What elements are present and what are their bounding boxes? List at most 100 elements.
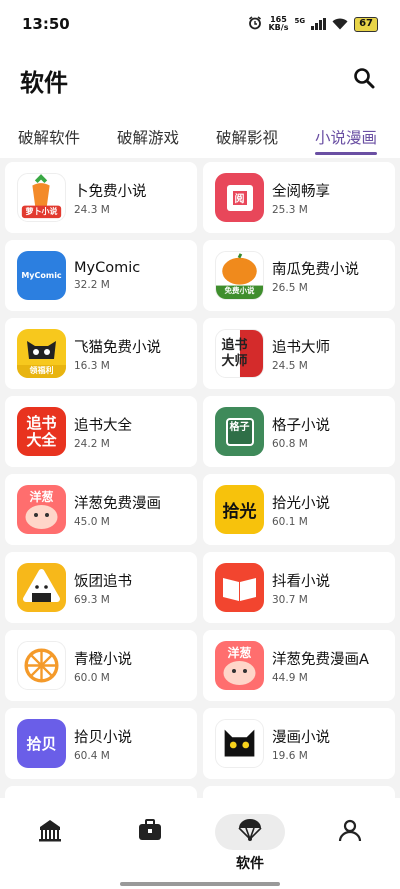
app-name: 饭团追书 (74, 573, 132, 590)
app-name: MyComic (74, 260, 141, 276)
app-icon-label: 追书大全 (26, 413, 57, 449)
tab-cracked-software[interactable]: 破解软件 (18, 112, 80, 158)
nav-item-home[interactable] (0, 798, 100, 889)
search-icon (353, 67, 375, 93)
app-card[interactable]: 追书大全 追书大全 24.2 M (5, 396, 197, 467)
nav-item-software[interactable]: 软件 (200, 798, 300, 889)
alarm-icon (248, 15, 262, 34)
app-card[interactable]: 抖看小说 30.7 M (203, 552, 395, 623)
orange-slice-icon (24, 648, 59, 683)
status-icons: 165 KB/s 5G 67 (248, 15, 378, 34)
nav-pill (315, 814, 385, 850)
nav-item-tools[interactable] (100, 798, 200, 889)
app-icon-read: 阅 (215, 173, 264, 222)
search-button[interactable] (348, 64, 380, 96)
app-name: 洋葱免费漫画A (272, 651, 369, 668)
app-card[interactable]: 领福利 飞猫免费小说 16.3 M (5, 318, 197, 389)
app-name: 抖看小说 (272, 573, 330, 590)
app-size: 16.3 M (74, 359, 110, 372)
app-name: 洋葱免费漫画 (74, 495, 161, 512)
app-card[interactable]: 追书大师 追书大师 24.5 M (203, 318, 395, 389)
battery-indicator: 67 (354, 16, 378, 32)
app-size: 24.2 M (74, 437, 110, 450)
app-card-partial[interactable] (203, 786, 395, 798)
app-size: 45.0 M (74, 515, 110, 528)
app-size: 60.1 M (272, 515, 308, 528)
net-speed-unit: KB/s (268, 23, 289, 32)
tab-novels-comics[interactable]: 小说漫画 (315, 112, 378, 158)
app-icon-label: MyComic (21, 271, 62, 280)
parachute-icon (237, 817, 263, 847)
app-card[interactable]: 阅 全阅畅享 25.3 M (203, 162, 395, 233)
app-size: 24.5 M (272, 359, 308, 372)
rice-ball-icon (23, 569, 60, 602)
app-name: 卜免费小说 (74, 183, 147, 200)
app-grid: 萝卜小说 卜免费小说 24.3 M 阅 全阅畅享 25.3 M MyComic … (0, 158, 400, 798)
app-icon-shiguang: 拾光 (215, 485, 264, 534)
app-card[interactable]: 洋葱 洋葱免费漫画 45.0 M (5, 474, 197, 545)
app-size: 25.3 M (272, 203, 308, 216)
app-icon-label: 格子 (225, 417, 254, 446)
app-card-partial[interactable] (5, 786, 197, 798)
status-bar: 13:50 165 KB/s 5G 67 (0, 0, 400, 48)
app-icon-label: 拾光 (222, 502, 257, 522)
app-size: 30.7 M (272, 593, 308, 606)
app-icon-doukan (215, 563, 264, 612)
app-card[interactable]: 格子 格子小说 60.8 M (203, 396, 395, 467)
nav-pill (15, 814, 85, 850)
app-card[interactable]: 萝卜小说 卜免费小说 24.3 M (5, 162, 197, 233)
app-name: 拾光小说 (272, 495, 330, 512)
app-name: 漫画小说 (272, 729, 330, 746)
app-name: 追书大师 (272, 339, 330, 356)
net-speed: 165 KB/s (268, 16, 288, 32)
app-icon-label: 阅 (234, 194, 245, 205)
app-icon-shibei: 拾贝 (17, 719, 66, 768)
app-icon-flycat: 领福利 (17, 329, 66, 378)
toolbox-icon (137, 817, 163, 847)
app-name: 格子小说 (272, 417, 330, 434)
tab-cracked-games[interactable]: 破解游戏 (117, 112, 179, 158)
app-card[interactable]: 拾光 拾光小说 60.1 M (203, 474, 395, 545)
app-size: 32.2 M (74, 279, 110, 291)
app-icon-onion-a: 洋葱 (215, 641, 264, 690)
tab-cracked-video[interactable]: 破解影视 (216, 112, 278, 158)
app-icon-zhuishu-daquan: 追书大全 (17, 407, 66, 456)
user-icon (337, 817, 363, 847)
app-name: 全阅畅享 (272, 183, 330, 200)
app-icon-label: 洋葱 (227, 646, 252, 660)
app-name: 青橙小说 (74, 651, 132, 668)
carousel-icon (37, 817, 63, 847)
status-time: 13:50 (22, 15, 70, 33)
app-card[interactable]: 饭团追书 69.3 M (5, 552, 197, 623)
app-card[interactable]: 免费小说 南瓜免费小说 26.5 M (203, 240, 395, 311)
app-size: 24.3 M (74, 203, 110, 216)
app-icon-carrot: 萝卜小说 (17, 173, 66, 222)
app-card[interactable]: MyComic MyComic 32.2 M (5, 240, 197, 311)
home-indicator (120, 882, 280, 886)
app-card[interactable]: 洋葱 洋葱免费漫画A 44.9 M (203, 630, 395, 701)
bottom-nav: 软件 (0, 798, 400, 889)
app-icon-label: 洋葱 (29, 490, 54, 504)
network-type: 5G (294, 16, 306, 25)
app-icon-qingcheng (17, 641, 66, 690)
app-size: 60.0 M (74, 671, 110, 684)
app-size: 26.5 M (272, 281, 308, 294)
app-icon-label: 萝卜小说 (25, 207, 58, 216)
app-card[interactable]: 青橙小说 60.0 M (5, 630, 197, 701)
app-size: 44.9 M (272, 671, 308, 684)
nav-item-profile[interactable] (300, 798, 400, 889)
header: 软件 (0, 48, 400, 112)
black-cat-icon (224, 729, 255, 757)
app-size: 60.4 M (74, 749, 110, 762)
app-card[interactable]: 漫画小说 19.6 M (203, 708, 395, 779)
app-name: 追书大全 (74, 417, 132, 434)
app-size: 60.8 M (272, 437, 308, 450)
app-icon-zhuishu-master: 追书大师 (215, 329, 264, 378)
page-title: 软件 (20, 68, 68, 97)
signal-icon (311, 18, 327, 30)
app-size: 69.3 M (74, 593, 110, 606)
app-card[interactable]: 拾贝 拾贝小说 60.4 M (5, 708, 197, 779)
category-tabs: 破解软件 破解游戏 破解影视 小说漫画 (0, 112, 400, 158)
app-size: 19.6 M (272, 749, 308, 762)
app-icon-manhua (215, 719, 264, 768)
